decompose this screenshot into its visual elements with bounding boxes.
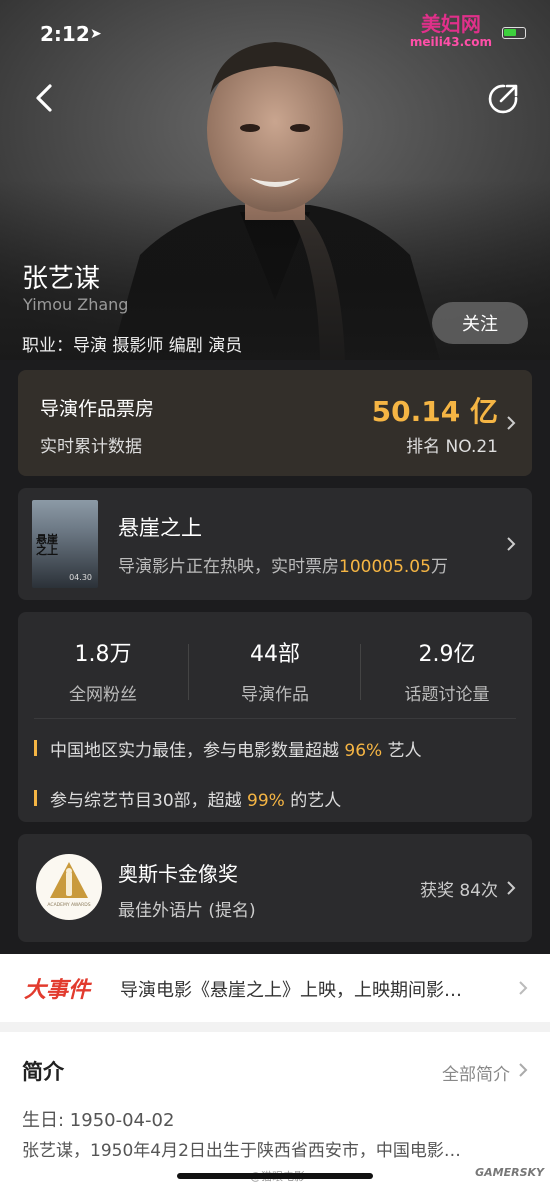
home-indicator[interactable] (177, 1173, 373, 1179)
events-badge: 大事件 (24, 978, 91, 1003)
divider (188, 644, 189, 700)
chevron-right-icon (519, 981, 528, 995)
back-icon[interactable] (28, 80, 64, 116)
box-office-subtitle: 实时累计数据 (40, 437, 142, 457)
movie-poster: 悬崖之上 04.30 (32, 500, 98, 588)
location-arrow-icon: ➤ (90, 26, 102, 42)
intro-birthday: 生日: 1950-04-02 (22, 1110, 175, 1131)
fact-prefix: 参与综艺节目30部，超越 (50, 791, 248, 811)
intro-section: 简介 全部简介 生日: 1950-04-02 张艺谋，1950年4月2日出生于陕… (0, 1032, 550, 1190)
oscar-statue-icon: ACADEMY AWARDS (47, 862, 91, 908)
divider (34, 718, 516, 719)
poster-title: 悬崖之上 (36, 533, 58, 557)
stat-fact: 参与综艺节目30部，超越 99% 的艺人 (34, 786, 341, 811)
stat-value: 44部 (250, 642, 300, 667)
status-time: 2:12 (40, 22, 90, 46)
chevron-right-icon (507, 416, 516, 430)
chevron-right-icon (507, 537, 516, 551)
box-office-title: 导演作品票房 (40, 398, 155, 420)
site-watermark: GAMERSKY (475, 1166, 544, 1179)
box-office-value: 50.14 亿 (371, 395, 498, 428)
oscar-logo-text: ACADEMY AWARDS (47, 902, 90, 908)
award-card[interactable]: ACADEMY AWARDS 奥斯卡金像奖 最佳外语片 (提名) 获奖 84次 (18, 834, 532, 942)
battery-icon (502, 27, 526, 39)
fact-highlight: 99% (247, 791, 285, 811)
chevron-right-icon (507, 881, 516, 895)
stat-discussion: 2.9亿 话题讨论量 (362, 636, 532, 705)
intro-more-link[interactable]: 全部简介 (442, 1060, 510, 1085)
movie-desc-suffix: 万 (430, 557, 448, 577)
watermark: 美妇网 meili43.com (410, 8, 492, 49)
box-office-card[interactable]: 导演作品票房 实时累计数据 50.14 亿 排名 NO.21 (18, 370, 532, 476)
stats-card: 1.8万 全网粉丝 44部 导演作品 2.9亿 话题讨论量 中国地区实力最佳，参… (18, 612, 532, 822)
watermark-title: 美妇网 (420, 12, 481, 36)
artist-roles: 职业：导演 摄影师 编剧 演员 (22, 336, 243, 356)
stat-value: 2.9亿 (418, 642, 476, 667)
divider (360, 644, 361, 700)
stat-value: 1.8万 (74, 642, 132, 667)
poster-date: 04.30 (69, 573, 92, 582)
share-icon[interactable] (486, 82, 520, 116)
movie-box-office-value: 100005.05 (339, 557, 431, 577)
major-events-bar[interactable]: 大事件 导演电影《悬崖之上》上映，上映期间影… (0, 954, 550, 1022)
movie-desc-prefix: 导演影片正在热映，实时票房 (118, 557, 339, 577)
award-subtitle: 最佳外语片 (提名) (118, 901, 256, 921)
artist-name: 张艺谋 (22, 264, 101, 294)
chevron-right-icon (519, 1063, 528, 1077)
fact-suffix: 的艺人 (284, 791, 342, 811)
artist-name-en: Yimou Zhang (23, 295, 129, 314)
fact-suffix: 艺人 (382, 741, 422, 761)
award-count: 获奖 84次 (419, 881, 498, 901)
intro-title: 简介 (22, 1060, 64, 1084)
movie-description: 导演影片正在热映，实时票房100005.05万 (118, 552, 448, 577)
stat-fans: 1.8万 全网粉丝 (18, 636, 188, 705)
intro-bio: 张艺谋，1950年4月2日出生于陕西省西安市，中国电影… (22, 1141, 461, 1161)
follow-button[interactable]: 关注 (432, 302, 528, 344)
stat-works: 44部 导演作品 (190, 636, 360, 705)
award-title: 奥斯卡金像奖 (118, 862, 238, 886)
watermark-url: meili43.com (409, 35, 492, 49)
now-showing-movie-card[interactable]: 悬崖之上 04.30 悬崖之上 导演影片正在热映，实时票房100005.05万 (18, 488, 532, 600)
stat-label: 话题讨论量 (404, 685, 490, 705)
stat-label: 导演作品 (241, 685, 309, 705)
stat-fact: 中国地区实力最佳，参与电影数量超越 96% 艺人 (34, 736, 422, 761)
artist-hero: 2:12 ➤ 美妇网 meili43.com 张艺谋 Yimou Zhang 职… (0, 0, 550, 360)
stat-label: 全网粉丝 (69, 685, 137, 705)
fact-prefix: 中国地区实力最佳，参与电影数量超越 (50, 741, 345, 761)
oscar-logo: ACADEMY AWARDS (36, 854, 102, 920)
fact-highlight: 96% (344, 741, 383, 761)
section-gap (0, 1022, 550, 1032)
movie-title: 悬崖之上 (118, 516, 202, 540)
events-text: 导演电影《悬崖之上》上映，上映期间影… (120, 980, 462, 1001)
box-office-rank: 排名 NO.21 (406, 437, 498, 457)
